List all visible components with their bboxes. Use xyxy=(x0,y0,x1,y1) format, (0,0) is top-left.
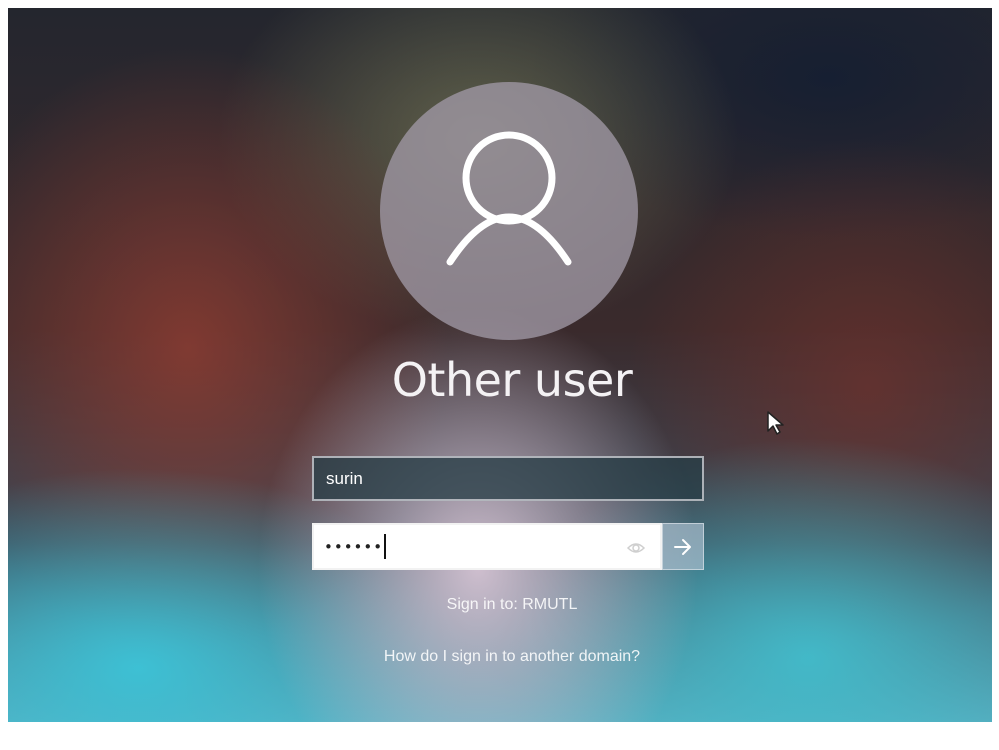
password-field[interactable]: •••••• xyxy=(312,523,662,570)
user-avatar xyxy=(380,82,638,340)
password-row: •••••• xyxy=(312,523,704,570)
user-silhouette-icon xyxy=(446,131,572,266)
eye-icon[interactable] xyxy=(626,539,646,557)
arrow-right-icon xyxy=(674,538,691,555)
another-domain-help-link[interactable]: How do I sign in to another domain? xyxy=(308,648,716,666)
lock-screen: Other user surin •••••• Sign in to: RMUT… xyxy=(8,8,992,722)
mouse-cursor-icon xyxy=(767,411,784,435)
sign-in-domain-label: Sign in to: RMUTL xyxy=(446,596,578,613)
user-display-name: Other user xyxy=(391,353,633,407)
submit-button[interactable] xyxy=(662,523,704,570)
username-field[interactable]: surin xyxy=(312,456,704,501)
password-mask: •••••• xyxy=(324,537,384,556)
text-caret xyxy=(384,534,387,559)
